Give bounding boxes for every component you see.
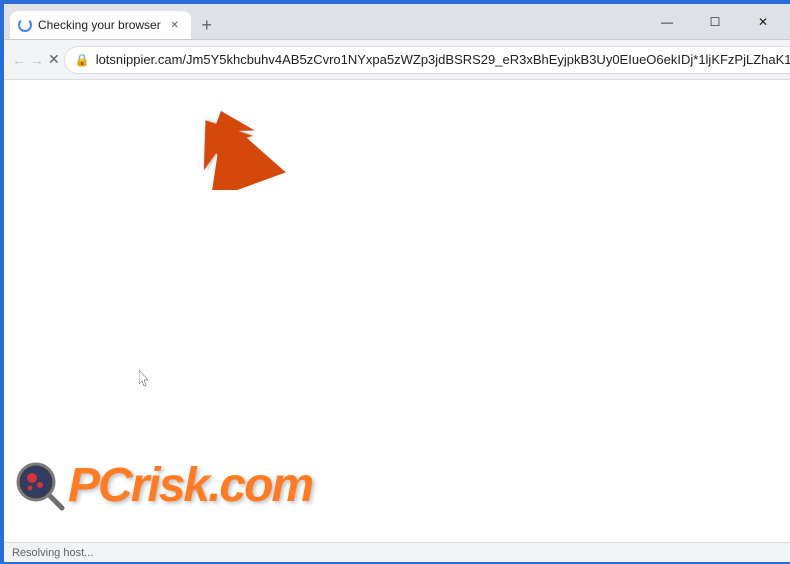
loading-spinner bbox=[18, 18, 32, 32]
pcrisk-logo-icon bbox=[14, 460, 66, 512]
window-controls: — ☐ ✕ bbox=[644, 4, 790, 40]
new-tab-button[interactable]: + bbox=[193, 11, 221, 39]
pcrisk-logo: PCrisk.com bbox=[14, 460, 312, 512]
title-bar: Checking your browser ✕ + — ☐ ✕ bbox=[4, 4, 790, 40]
tab-close-button[interactable]: ✕ bbox=[167, 17, 183, 33]
minimize-button[interactable]: — bbox=[644, 4, 690, 40]
nav-bar: ← → ✕ 🔒 lotsnippier.cam/Jm5Y5khcbuhv4AB5… bbox=[4, 40, 790, 80]
address-bar[interactable]: 🔒 lotsnippier.cam/Jm5Y5khcbuhv4AB5zCvro1… bbox=[64, 46, 790, 74]
watermark: PCrisk.com bbox=[14, 460, 312, 512]
risk-text: risk.com bbox=[131, 459, 312, 512]
pc-text: PC bbox=[68, 459, 131, 512]
browser-window: Checking your browser ✕ + — ☐ ✕ ← → ✕ 🔒 … bbox=[2, 2, 790, 564]
tab-area: Checking your browser ✕ + bbox=[4, 4, 644, 39]
url-text: lotsnippier.cam/Jm5Y5khcbuhv4AB5zCvro1NY… bbox=[96, 52, 790, 67]
status-text: Resolving host... bbox=[12, 547, 93, 559]
status-bar: Resolving host... bbox=[4, 542, 790, 562]
active-tab[interactable]: Checking your browser ✕ bbox=[10, 11, 191, 39]
pcrisk-text: PCrisk.com bbox=[68, 462, 312, 510]
arrow-annotation bbox=[184, 100, 304, 190]
back-button[interactable]: ← bbox=[12, 46, 26, 74]
page-content: PCrisk.com bbox=[4, 80, 790, 542]
arrow-icon bbox=[184, 100, 294, 185]
maximize-button[interactable]: ☐ bbox=[692, 4, 738, 40]
reload-button[interactable]: ✕ bbox=[48, 46, 60, 74]
forward-button[interactable]: → bbox=[30, 46, 44, 74]
cursor-icon bbox=[139, 370, 151, 388]
close-button[interactable]: ✕ bbox=[740, 4, 786, 40]
lock-icon: 🔒 bbox=[75, 53, 90, 67]
orange-arrow-icon bbox=[184, 100, 304, 190]
tab-title: Checking your browser bbox=[38, 18, 161, 32]
